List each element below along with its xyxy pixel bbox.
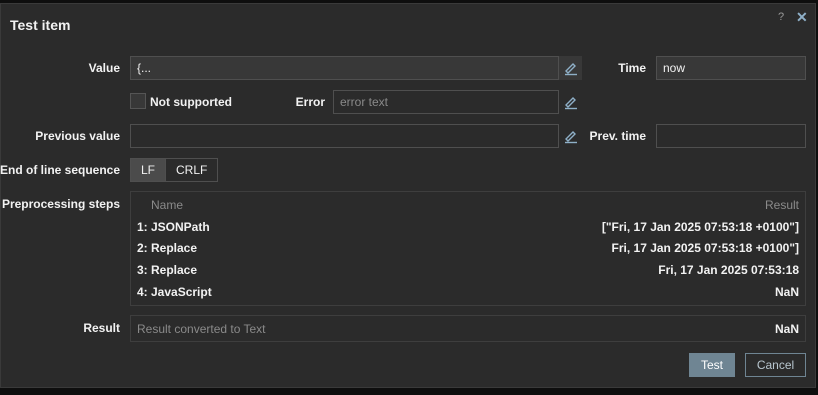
step-name: 3: Replace [137,263,198,277]
dialog-title: Test item [10,17,71,33]
close-icon[interactable]: ✕ [796,9,808,26]
step-name: 2: Replace [137,241,198,255]
previous-value-label: Previous value [35,129,120,143]
result-column-header: Result [764,198,799,212]
pencil-icon [564,131,577,144]
step-result: Fri, 17 Jan 2025 07:53:18 +0100"] [611,241,799,255]
error-field[interactable]: error text [333,90,582,114]
error-label: Error [295,95,325,109]
not-supported-checkbox[interactable] [130,93,146,109]
time-label: Time [618,61,646,75]
eol-lf-option[interactable]: LF [131,159,166,181]
result-label: Result [83,321,120,335]
pencil-icon [564,63,577,76]
preprocessing-steps-table: Name Result 1: JSONPath ["Fri, 17 Jan 20… [130,191,806,306]
previous-value-edit-button[interactable] [558,124,582,148]
test-button[interactable]: Test [689,353,735,377]
not-supported-label: Not supported [150,95,232,109]
cancel-button[interactable]: Cancel [745,353,806,377]
pencil-icon [564,97,577,110]
step-name: 1: JSONPath [137,220,210,234]
preprocessing-label: Preprocessing steps [1,197,120,211]
eol-toggle: LF CRLF [130,158,219,182]
help-icon[interactable]: ? [778,11,784,23]
time-text: now [663,61,686,75]
time-field[interactable]: now [656,56,806,80]
error-edit-button[interactable] [558,90,582,114]
previous-value-field[interactable] [130,124,582,148]
name-column-header: Name [151,198,184,212]
value-text: {... [137,61,152,75]
result-placeholder: Result converted to Text [137,322,266,336]
prev-time-label: Prev. time [589,129,646,143]
result-value: NaN [774,322,799,336]
step-result: Fri, 17 Jan 2025 07:53:18 [658,263,799,277]
result-field: Result converted to Text NaN [130,315,806,342]
error-placeholder: error text [340,95,389,109]
value-label: Value [88,61,120,75]
step-result: ["Fri, 17 Jan 2025 07:53:18 +0100"] [601,220,799,234]
step-result: NaN [774,285,799,299]
eol-label: End of line sequence [0,163,121,177]
eol-crlf-option[interactable]: CRLF [165,159,218,181]
step-name: 4: JavaScript [137,285,212,299]
value-field[interactable]: {... [130,56,582,80]
prev-time-field[interactable] [656,124,806,148]
value-edit-button[interactable] [558,56,582,80]
